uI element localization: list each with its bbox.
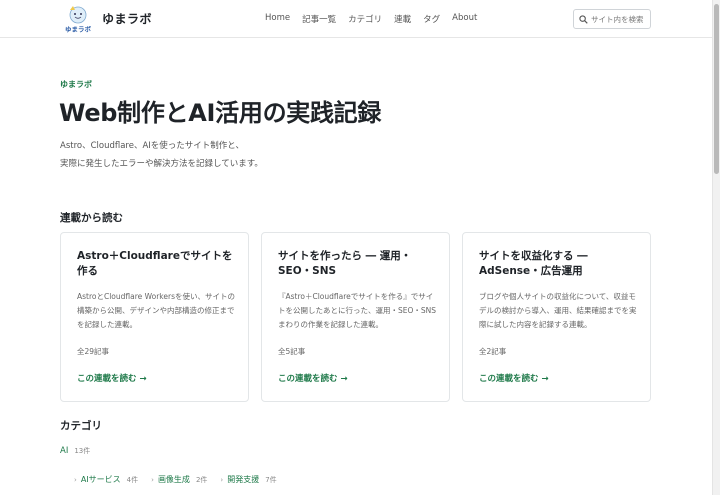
subcategory-list: › AIサービス 4件 › 画像生成 2件 › 開発支援 7件 [74,474,290,485]
hero-desc-line: Astro、Cloudflare、AIを使ったサイト制作と、 [60,141,244,151]
series-card-count: 全29記事 [77,347,110,356]
category-count: 13件 [74,447,91,455]
subcategory-count: 2件 [195,476,208,484]
subcategory-item: › 画像生成 2件 [151,474,207,485]
read-series-link[interactable]: この連載を読む → [278,372,348,384]
nav-categories[interactable]: カテゴリ [348,13,382,25]
series-card-count: 全2記事 [479,347,507,356]
nav-tags[interactable]: タグ [423,13,440,25]
category-link-ai[interactable]: AI [60,446,68,456]
search-box[interactable] [573,9,651,29]
series-card-title[interactable]: Astro＋Cloudflareでサイトを作る [77,249,237,279]
series-card-description: AstroとCloudflare Workersを使い、サイトの構築から公開、デ… [77,292,235,329]
scrollbar-thumb[interactable] [714,4,719,174]
subcategory-link[interactable]: 開発支援 [227,474,259,485]
category-item: AI 13件 [60,446,90,456]
subcategory-link[interactable]: AIサービス [81,474,121,485]
nav-about[interactable]: About [452,13,477,25]
series-card[interactable]: Astro＋Cloudflareでサイトを作る AstroとCloudflare… [60,232,249,402]
chevron-right-icon: › [220,476,224,484]
subcategory-count: 7件 [265,476,277,484]
chevron-right-icon: › [74,476,77,484]
main-nav: Home 記事一覧 カテゴリ 連載 タグ About [265,13,489,25]
site-name[interactable]: ゆまラボ [102,10,152,27]
series-card-count: 全5記事 [278,347,306,356]
series-card[interactable]: サイトを作ったら ― 運用・SEO・SNS 『Astro＋Cloudflareで… [261,232,450,402]
search-input[interactable] [591,14,651,24]
page-scrollbar[interactable] [712,0,720,495]
subcategory-count: 4件 [126,476,139,484]
subcategory-item: › AIサービス 4件 [74,474,138,485]
svg-text:ゆまラボ: ゆまラボ [65,25,92,34]
hero-eyebrow: ゆまラボ [60,80,92,89]
read-series-link[interactable]: この連載を読む → [77,372,147,384]
hero-desc-line: 実際に発生したエラーや解決方法を記録しています。 [60,159,263,169]
hero-description: Astro、Cloudflare、AIを使ったサイト制作と、 実際に発生したエラ… [60,137,263,173]
series-card-description: ブログや個人サイトの収益化について、収益モデルの検討から導入、運用、結果確認まで… [479,292,637,329]
nav-home[interactable]: Home [265,13,290,25]
subcategory-link[interactable]: 画像生成 [158,474,190,485]
series-card-title[interactable]: サイトを収益化する ― AdSense・広告運用 [479,249,639,279]
categories-heading: カテゴリ [60,420,102,432]
series-heading: 連載から読む [60,212,123,224]
series-card[interactable]: サイトを収益化する ― AdSense・広告運用 ブログや個人サイトの収益化につ… [462,232,651,402]
site-header: ゆまラボ ゆまラボ Home 記事一覧 カテゴリ 連載 タグ About [0,0,712,38]
site-logo-icon[interactable]: ゆまラボ [62,4,94,34]
subcategory-item: › 開発支援 7件 [220,474,276,485]
series-card-description: 『Astro＋Cloudflareでサイトを作る』でサイトを公開したあとに行った… [278,292,437,329]
series-card-title[interactable]: サイトを作ったら ― 運用・SEO・SNS [278,249,438,279]
chevron-right-icon: › [151,476,154,484]
series-cards: Astro＋Cloudflareでサイトを作る AstroとCloudflare… [60,232,652,402]
nav-articles[interactable]: 記事一覧 [302,13,336,25]
page-title: Web制作とAI活用の実践記録 [59,99,382,127]
read-series-link[interactable]: この連載を読む → [479,372,549,384]
search-icon [579,14,588,24]
nav-series[interactable]: 連載 [394,13,411,25]
